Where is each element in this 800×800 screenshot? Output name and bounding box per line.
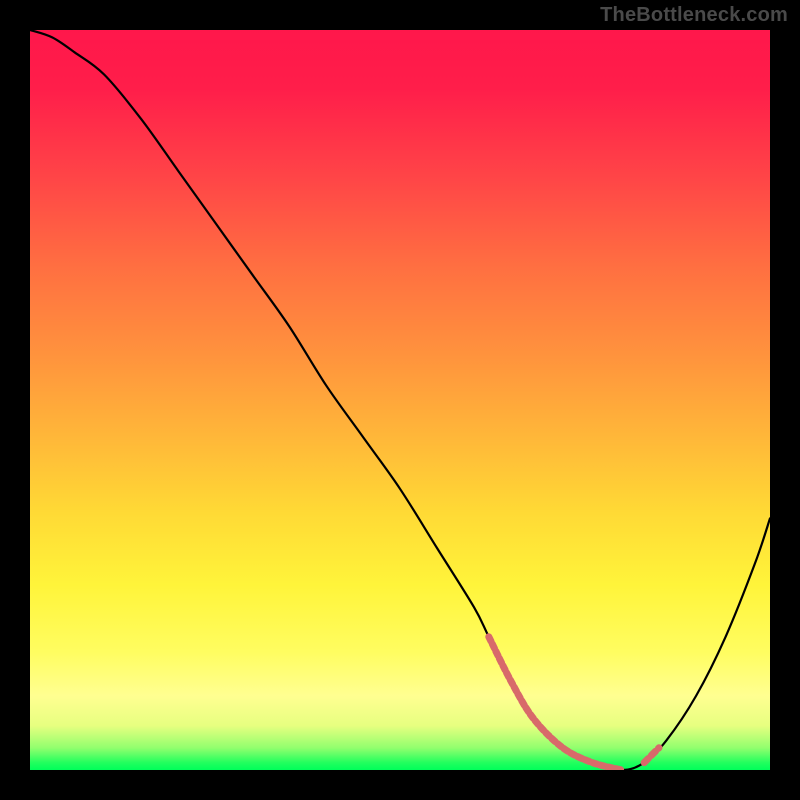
- series-curve: [30, 30, 770, 770]
- watermark-text: TheBottleneck.com: [600, 4, 788, 27]
- chart-svg: [30, 30, 770, 770]
- plot-area: [30, 30, 770, 770]
- series-highlight-flat: [489, 637, 622, 770]
- series-highlight-dash-right: [644, 748, 659, 763]
- chart-stage: TheBottleneck.com: [0, 0, 800, 800]
